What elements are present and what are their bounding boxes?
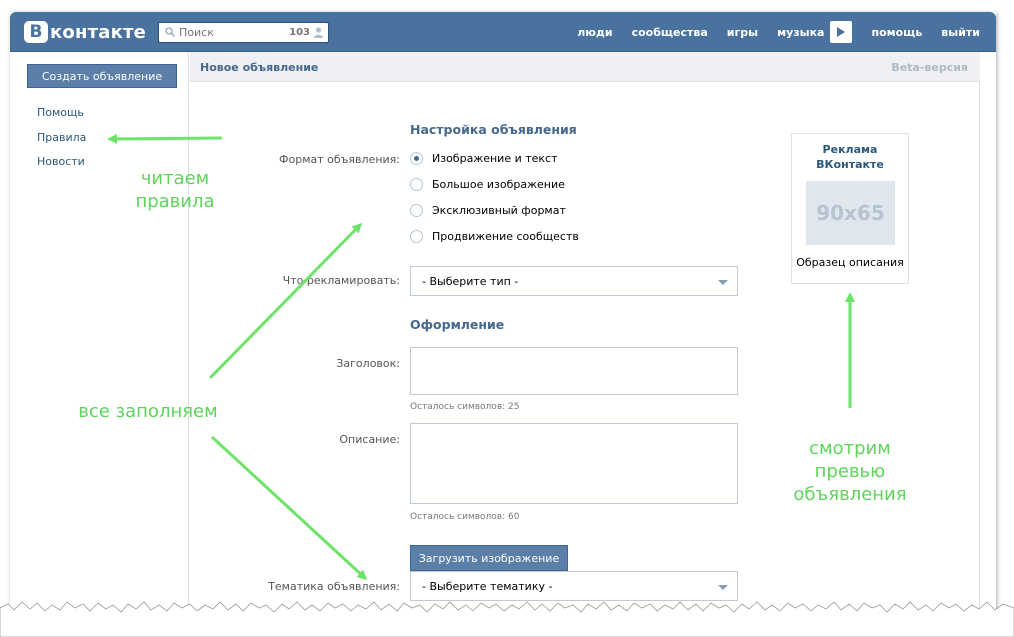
annotation-arrows xyxy=(107,133,855,581)
annotation-line: читаем xyxy=(140,168,210,189)
annotation-read-rules: читаем правила xyxy=(120,167,230,213)
annotation-fill-all: все заполняем xyxy=(78,401,218,422)
torn-edge xyxy=(0,601,1014,637)
annotation-line: смотрим xyxy=(809,438,891,459)
screenshot-frame: В контакте 103 люди сообщества игры музы… xyxy=(0,0,1014,637)
arrow-to-rules xyxy=(107,133,223,144)
annotation-preview: смотрим превью объявления xyxy=(775,437,925,506)
annotation-line: превью xyxy=(814,461,886,482)
arrow-to-format xyxy=(208,222,363,380)
arrow-to-topic xyxy=(210,435,368,581)
annotation-line: объявления xyxy=(793,484,907,505)
annotation-line: правила xyxy=(135,191,215,212)
